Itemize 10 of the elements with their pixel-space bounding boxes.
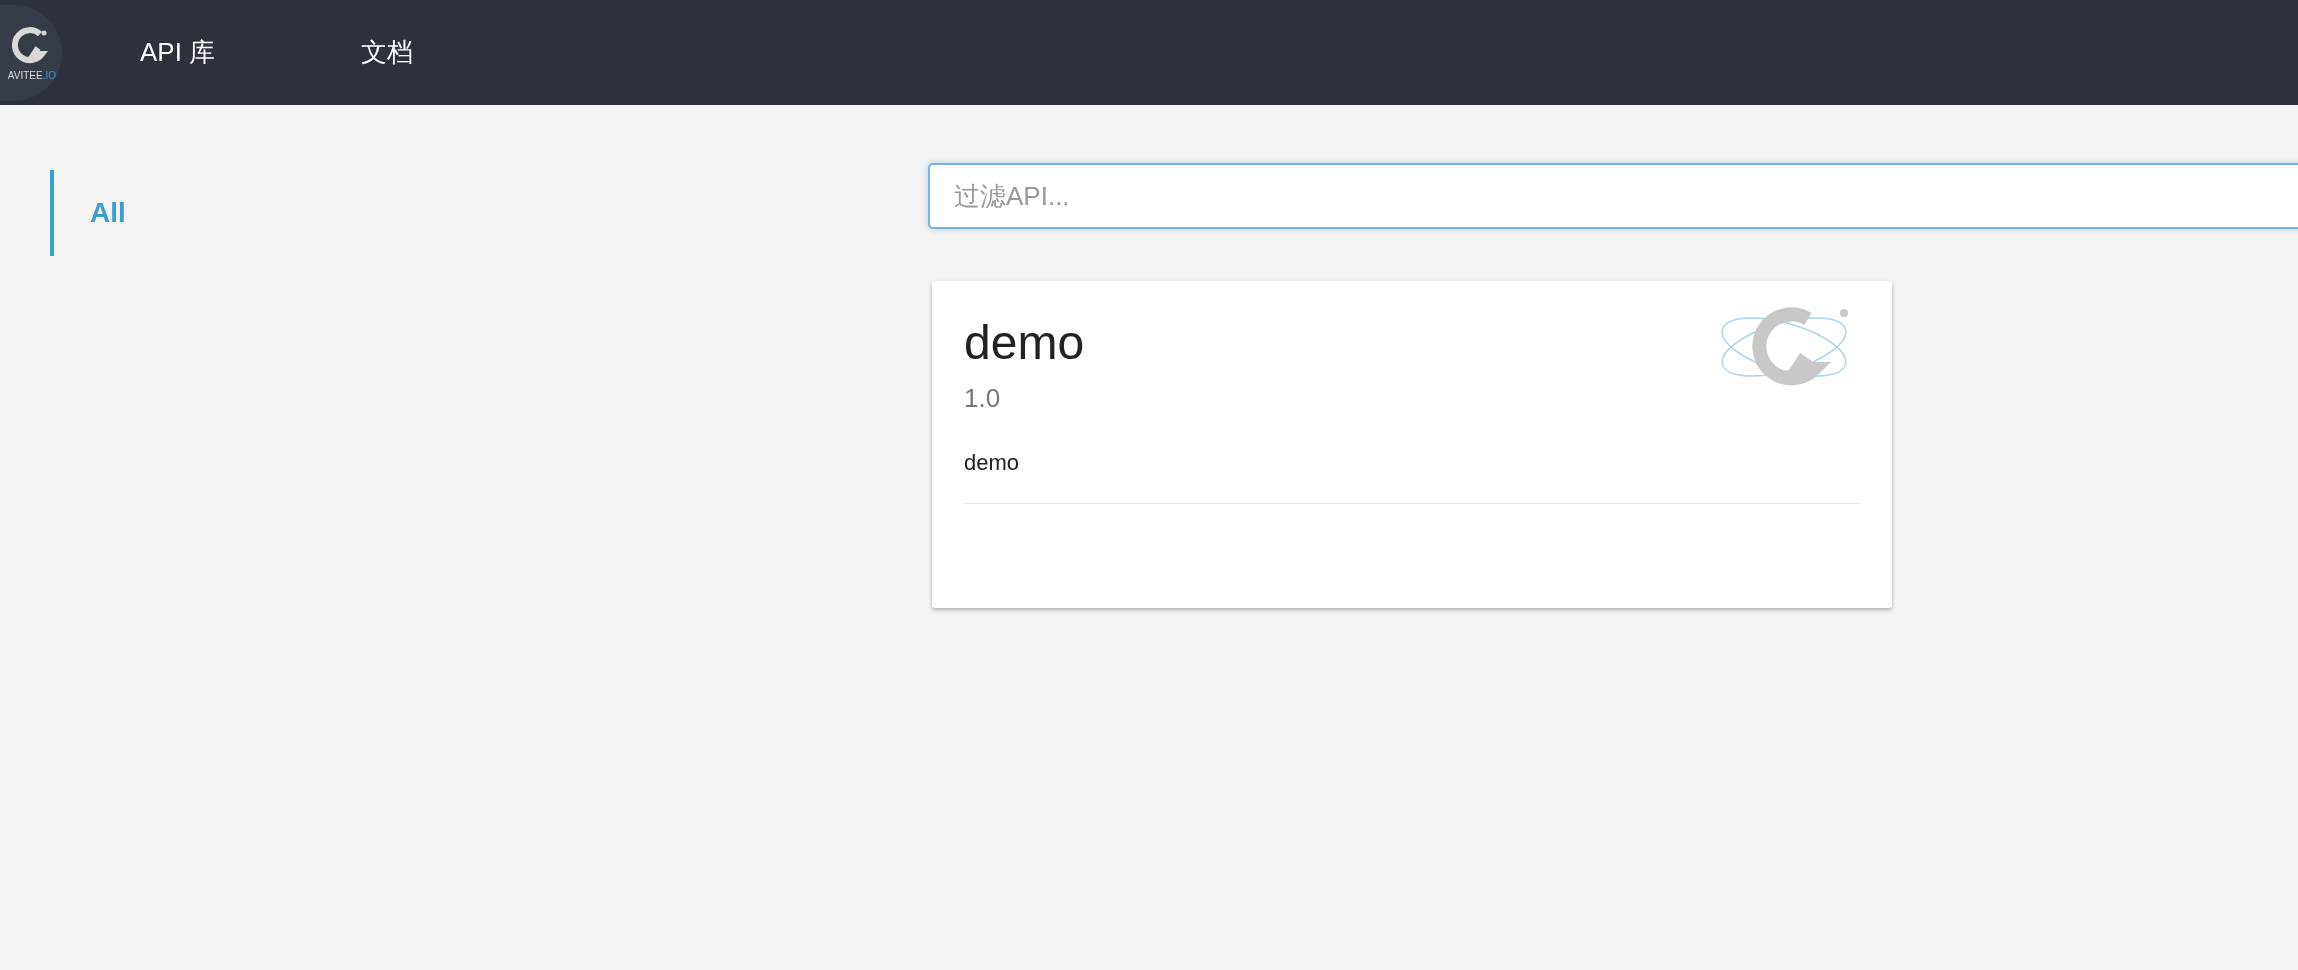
- api-name: demo: [964, 317, 1085, 369]
- api-description: demo: [964, 449, 1021, 477]
- logo[interactable]: AVITEE.IO: [0, 4, 62, 101]
- api-card[interactable]: demo 1.0 demo: [932, 281, 1892, 608]
- logo-mark-icon: [10, 26, 50, 66]
- logo-text: AVITEE.IO: [7, 69, 56, 83]
- api-version: 1.0: [964, 382, 1002, 415]
- nav-link[interactable]: API 库: [140, 33, 216, 72]
- nav-link[interactable]: 文档: [361, 33, 414, 72]
- search-field[interactable]: 过滤API...: [928, 163, 2298, 229]
